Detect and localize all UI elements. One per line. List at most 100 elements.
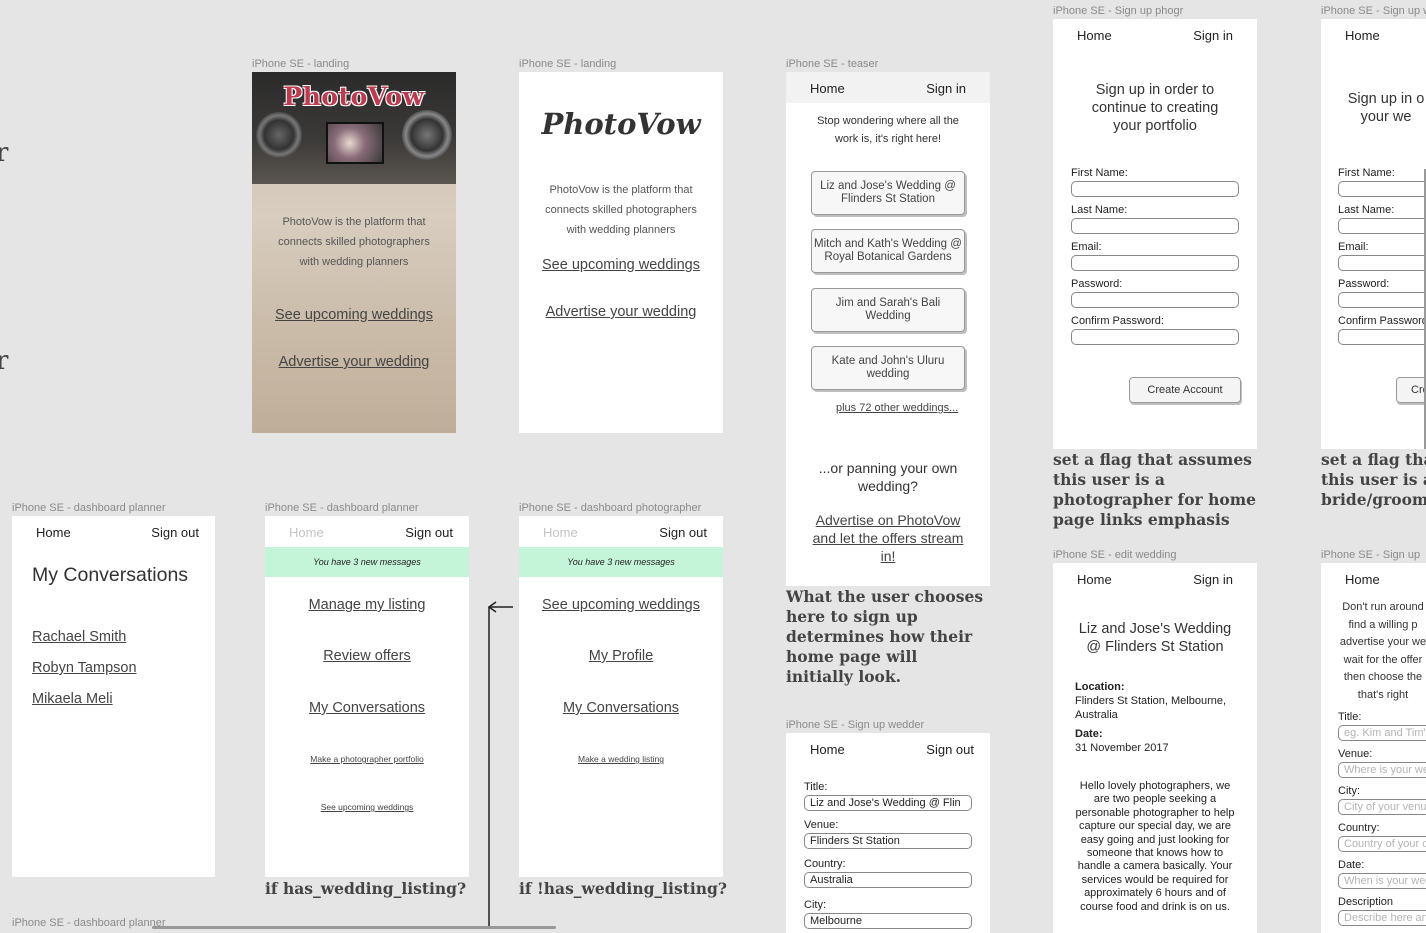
last-name-field[interactable]: [1071, 218, 1239, 234]
bride-flag-note: set a flag that this user is a bride/gro…: [1321, 450, 1426, 509]
conversations-link[interactable]: My Conversations: [265, 700, 469, 716]
email-field[interactable]: [1338, 255, 1426, 271]
sign-in-link[interactable]: Sign in: [1193, 28, 1233, 43]
home-link[interactable]: Home: [1077, 572, 1112, 587]
title-field[interactable]: eg. Kim and Tim's: [1338, 725, 1426, 741]
nav-bar: Home Sign in: [786, 72, 990, 103]
title-label: Title:: [1338, 711, 1362, 723]
hero-photo: PhotoVow: [252, 72, 456, 184]
city-field[interactable]: City of your venu: [1338, 799, 1426, 815]
advertise-link[interactable]: Advertise your wedding: [252, 354, 456, 370]
home-link[interactable]: Home: [36, 525, 71, 540]
password-label: Password:: [1071, 278, 1123, 290]
city-label: City:: [804, 899, 826, 911]
country-field[interactable]: Country of your c: [1338, 836, 1426, 852]
frame-label: iPhone SE - dashboard planner: [265, 502, 419, 514]
country-label: Country:: [804, 858, 846, 870]
conversations-link[interactable]: My Conversations: [519, 700, 723, 716]
nav-bar: Home Sign out: [786, 733, 990, 764]
see-upcoming-link[interactable]: See upcoming weddings: [252, 307, 456, 323]
no-listing-note: if !has_wedding_listing?: [519, 879, 727, 898]
wedding-card[interactable]: Jim and Sarah's Bali Wedding: [811, 288, 965, 332]
venue-field[interactable]: Where is your we: [1338, 762, 1426, 778]
manage-listing-link[interactable]: Manage my listing: [265, 597, 469, 613]
location-label: Location:: [1075, 681, 1125, 693]
nav-bar: Home Sign in: [1053, 19, 1257, 50]
flower-photo: [326, 122, 384, 164]
sign-out-link[interactable]: Sign out: [926, 742, 974, 757]
photographer-flag-note: set a flag that assumes this user is a p…: [1053, 450, 1256, 529]
title-field[interactable]: Liz and Jose's Wedding @ Flin: [804, 795, 972, 811]
create-account-button[interactable]: Create Account: [1129, 377, 1241, 403]
signup-form: First Name: Last Name: Email: Password: …: [1071, 157, 1239, 345]
city-field[interactable]: Melbourne: [804, 913, 972, 929]
signup-intro: Don't run around find a willing p advert…: [1339, 601, 1426, 701]
signup-wedder-frame: Home Sign out Title: Liz and Jose's Wedd…: [786, 733, 990, 933]
frame-label: iPhone SE - teaser: [786, 58, 879, 70]
nav-bar: Home: [1321, 563, 1426, 594]
make-portfolio-link[interactable]: Make a photographer portfolio: [265, 754, 469, 764]
flow-arrow: [487, 601, 513, 929]
first-name-label: First Name:: [1071, 167, 1128, 179]
messages-banner[interactable]: You have 3 new messages: [519, 547, 723, 577]
email-field[interactable]: [1071, 255, 1239, 271]
page-title: My Conversations: [32, 564, 189, 586]
messages-banner[interactable]: You have 3 new messages: [265, 547, 469, 577]
wedding-form: Title: Liz and Jose's Wedding @ Flin Ven…: [804, 771, 972, 929]
home-link[interactable]: Home: [810, 742, 845, 757]
sign-in-link[interactable]: Sign in: [926, 81, 966, 96]
date-field[interactable]: When is your wed: [1338, 873, 1426, 889]
frame-label: iPhone SE - dashboard photographer: [519, 502, 702, 514]
first-name-label: First Name:: [1338, 167, 1395, 179]
sign-in-link[interactable]: Sign in: [1193, 572, 1233, 587]
advertise-link[interactable]: Advertise your wedding: [519, 304, 723, 320]
make-listing-link[interactable]: Make a wedding listing: [519, 754, 723, 764]
signup-wedder-cut-frame: Home Sign up in o your we First Name: La…: [1321, 19, 1426, 449]
home-link[interactable]: Home: [289, 525, 324, 540]
review-offers-link[interactable]: Review offers: [265, 648, 469, 664]
password-field[interactable]: [1071, 292, 1239, 308]
sign-out-link[interactable]: Sign out: [405, 525, 453, 540]
see-upcoming-link[interactable]: See upcoming weddings: [519, 597, 723, 613]
description-field[interactable]: Describe here an: [1338, 910, 1426, 926]
sign-out-link[interactable]: Sign out: [659, 525, 707, 540]
country-field[interactable]: Australia: [804, 872, 972, 888]
confirm-password-field[interactable]: [1071, 329, 1239, 345]
last-name-field[interactable]: [1338, 218, 1426, 234]
email-label: Email:: [1071, 241, 1102, 253]
conversation-link[interactable]: Robyn Tampson: [32, 660, 137, 676]
date-label: Date:: [1075, 728, 1103, 740]
password-field[interactable]: [1338, 292, 1426, 308]
home-link[interactable]: Home: [1077, 28, 1112, 43]
conversation-link[interactable]: Mikaela Meli: [32, 691, 113, 707]
create-account-button[interactable]: Cre: [1396, 377, 1426, 403]
first-name-field[interactable]: [1338, 181, 1426, 197]
landing-plain-frame: PhotoVow PhotoVow is the platform that c…: [519, 72, 723, 433]
description-label: Description: [1338, 896, 1394, 908]
camera-lens-icon: [402, 110, 452, 160]
my-profile-link[interactable]: My Profile: [519, 648, 723, 664]
see-upcoming-link[interactable]: See upcoming weddings: [265, 802, 469, 812]
venue-field[interactable]: Flinders St Station: [804, 833, 972, 849]
home-link[interactable]: Home: [1345, 572, 1380, 587]
date-value: 31 November 2017: [1075, 742, 1169, 754]
home-link[interactable]: Home: [543, 525, 578, 540]
wedding-card[interactable]: Kate and John's Uluru wedding: [811, 346, 965, 390]
confirm-password-field[interactable]: [1338, 329, 1426, 345]
location-value: Flinders St Station, Melbourne, Australi…: [1075, 695, 1227, 721]
first-name-field[interactable]: [1071, 181, 1239, 197]
dashboard-planner-a-frame: Home Sign out My Conversations Rachael S…: [12, 516, 215, 877]
teaser-note: What the user chooses here to sign up de…: [786, 587, 984, 686]
more-weddings-link[interactable]: plus 72 other weddings...: [836, 402, 958, 414]
sign-out-link[interactable]: Sign out: [151, 525, 199, 540]
wedding-card[interactable]: Liz and Jose's Wedding @ Flinders St Sta…: [811, 171, 965, 215]
advertise-cta-link[interactable]: Advertise on PhotoVow and let the offers…: [808, 511, 968, 565]
signup-heading: Sign up in o your we: [1347, 91, 1425, 125]
last-name-label: Last Name:: [1338, 204, 1395, 216]
frame-label: iPhone SE - Sign up wedder: [786, 719, 925, 731]
wedding-card[interactable]: Mitch and Kath's Wedding @ Royal Botanic…: [811, 229, 965, 273]
conversation-link[interactable]: Rachael Smith: [32, 629, 126, 645]
see-upcoming-link[interactable]: See upcoming weddings: [519, 257, 723, 273]
home-link[interactable]: Home: [1345, 28, 1380, 43]
home-link[interactable]: Home: [810, 81, 845, 96]
